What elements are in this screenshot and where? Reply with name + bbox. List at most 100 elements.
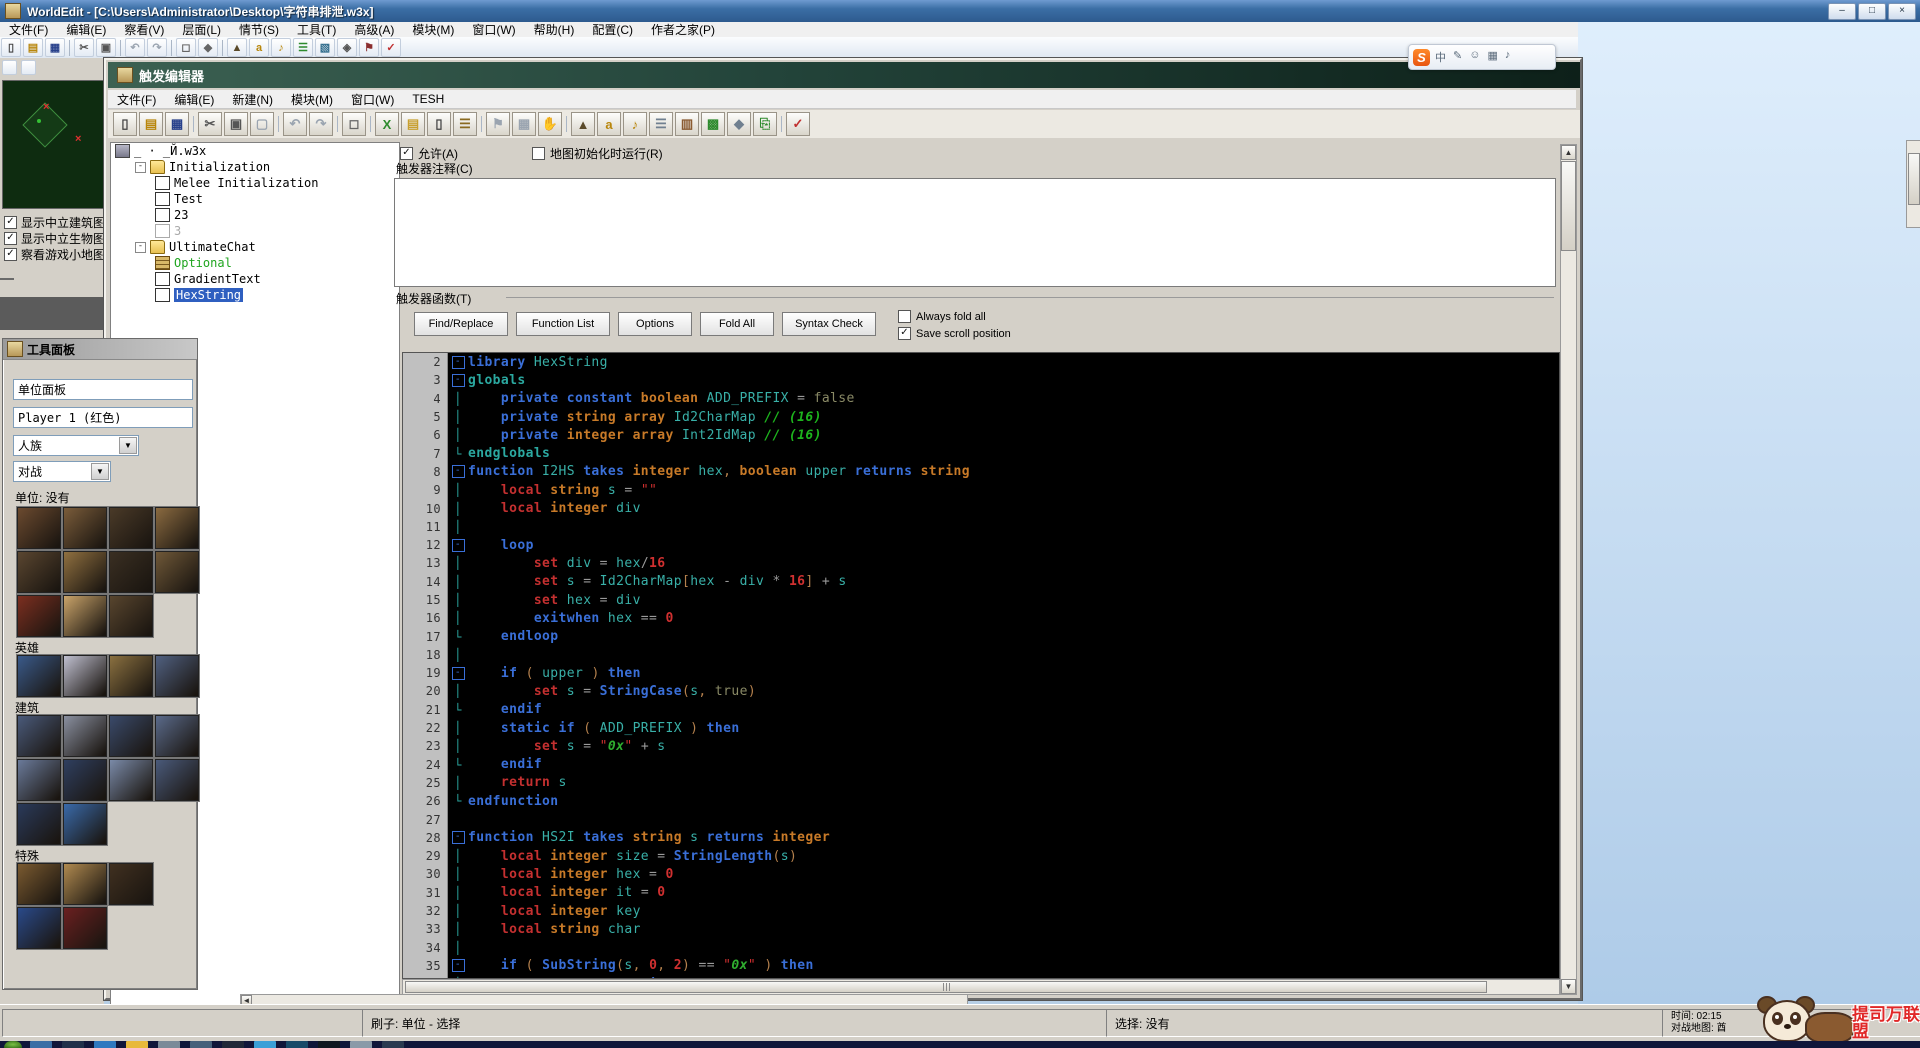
check-icon[interactable]: ✓ [381, 38, 401, 57]
sound-editor-icon[interactable]: ♪ [623, 112, 647, 136]
code-line-3[interactable]: 3-globals [403, 371, 1559, 389]
code-line-15[interactable]: 15│ set hex = div [403, 591, 1559, 609]
sogou-icon-3[interactable]: ▦ [1487, 49, 1497, 65]
undo-icon[interactable]: ↶ [283, 112, 307, 136]
trigger-menu-tesh[interactable]: TESH [403, 92, 453, 106]
code-line-25[interactable]: 25│ return s [403, 774, 1559, 792]
vscroll-up-arrow[interactable]: ▲ [1561, 145, 1576, 160]
close-button[interactable]: × [1888, 3, 1916, 20]
new-icon[interactable]: ▯ [1, 38, 21, 57]
tree-row-gradienttext[interactable]: GradientText [111, 271, 399, 287]
race-combo[interactable]: 人族 ▼ [13, 435, 139, 456]
building-icon-0-0[interactable] [17, 715, 61, 757]
taskbar-app-10[interactable] [350, 1041, 372, 1048]
taskbar[interactable] [0, 1041, 1920, 1048]
unit-icon-2-0[interactable] [17, 595, 61, 637]
code-line-4[interactable]: 4│ private constant boolean ADD_PREFIX =… [403, 390, 1559, 408]
fold-all-button[interactable]: Fold All [700, 312, 774, 336]
sogou-icon-4[interactable]: ♪ [1505, 49, 1511, 65]
code-line-23[interactable]: 23│ set s = "0x" + s [403, 737, 1559, 755]
special-icon-0-1[interactable] [63, 863, 107, 905]
vscroll-thumb[interactable] [1561, 161, 1576, 251]
race-combo-arrow-icon[interactable]: ▼ [119, 437, 137, 454]
run-on-init-row[interactable]: 地图初始化时运行(R) [532, 145, 663, 162]
main-menu-高级a[interactable]: 高级(A) [345, 21, 403, 38]
unit-icon-1-0[interactable] [17, 551, 61, 593]
redo-icon[interactable]: ↷ [309, 112, 333, 136]
building-icon-0-2[interactable] [109, 715, 153, 757]
main-menu-文件f[interactable]: 文件(F) [0, 21, 57, 38]
tree-row-ultimatechat[interactable]: -UltimateChat [111, 239, 399, 255]
code-line-2[interactable]: 2-library HexString [403, 353, 1559, 371]
fold-marker[interactable]: - [448, 957, 468, 975]
code-line-12[interactable]: 12- loop [403, 536, 1559, 554]
code-hscrollbar[interactable] [402, 979, 1560, 995]
terrain-icon[interactable]: ▲ [227, 38, 247, 57]
redo-icon[interactable]: ↷ [147, 38, 167, 57]
sogou-icon-0[interactable]: 中 [1435, 49, 1446, 65]
fold-marker[interactable]: - [448, 829, 468, 847]
mode-combo-arrow-icon[interactable]: ▼ [91, 463, 109, 480]
trigger-menu-窗口w[interactable]: 窗口(W) [342, 91, 403, 108]
function-list-button[interactable]: Function List [516, 312, 610, 336]
palette-type-combo[interactable]: 单位面板 [13, 379, 193, 400]
ai-editor-icon[interactable]: ▩ [701, 112, 725, 136]
special-icon-0-0[interactable] [17, 863, 61, 905]
code-line-10[interactable]: 10│ local integer div [403, 499, 1559, 517]
trigger-editor-titlebar[interactable]: 触发编辑器 [108, 62, 1580, 88]
tree-row-optional[interactable]: Optional [111, 255, 399, 271]
minimap[interactable]: × × [2, 80, 110, 209]
mode-combo[interactable]: 对战 ▼ [13, 461, 111, 482]
export-icon[interactable]: ⚑ [359, 38, 379, 57]
player-combo[interactable]: Player 1 (红色) [13, 407, 193, 428]
code-vscrollbar[interactable]: ▲ ▼ [1560, 144, 1577, 995]
special-icon-0-2[interactable] [109, 863, 153, 905]
sound-icon[interactable]: ♪ [271, 38, 291, 57]
unit-icon-0-2[interactable] [109, 507, 153, 549]
code-line-28[interactable]: 28-function HS2I takes string s returns … [403, 829, 1559, 847]
code-line-35[interactable]: 35- if ( SubString(s, 0, 2) == "0x" ) th… [403, 957, 1559, 975]
taskbar-app-4[interactable] [158, 1041, 180, 1048]
code-line-9[interactable]: 9│ local string s = "" [403, 481, 1559, 499]
options-button[interactable]: Options [618, 312, 692, 336]
tree-row-23[interactable]: 23 [111, 207, 399, 223]
paste-icon[interactable]: ▢ [250, 112, 274, 136]
building-icon-2-1[interactable] [63, 803, 107, 845]
sogou-logo-icon[interactable]: S [1413, 49, 1430, 66]
taskbar-app-5[interactable] [190, 1041, 212, 1048]
hero-icon-0-3[interactable] [155, 655, 199, 697]
new-category-icon[interactable]: ▤ [401, 112, 425, 136]
unit-icon-1-1[interactable] [63, 551, 107, 593]
hero-icon-0-0[interactable] [17, 655, 61, 697]
code-line-26[interactable]: 26└endfunction [403, 792, 1559, 810]
main-menu-帮助h[interactable]: 帮助(H) [525, 21, 584, 38]
code-line-17[interactable]: 17└ endloop [403, 627, 1559, 645]
main-menu-工具t[interactable]: 工具(T) [288, 21, 345, 38]
cut-icon[interactable]: ✂ [198, 112, 222, 136]
minimize-button[interactable]: – [1828, 3, 1856, 20]
unit-icon-0-1[interactable] [63, 507, 107, 549]
select-icon[interactable]: ◻ [342, 112, 366, 136]
unit-icon-0-0[interactable] [17, 507, 61, 549]
cut-icon[interactable]: ✂ [74, 38, 94, 57]
save-icon[interactable]: ▦ [45, 38, 65, 57]
code-line-34[interactable]: 34│ [403, 939, 1559, 957]
maximize-button[interactable]: □ [1858, 3, 1886, 20]
code-line-29[interactable]: 29│ local integer size = StringLength(s) [403, 847, 1559, 865]
hand-icon[interactable]: ✋ [538, 112, 562, 136]
taskbar-app-11[interactable] [382, 1041, 404, 1048]
tree-row-initialization[interactable]: -Initialization [111, 159, 399, 175]
tool-palette-titlebar[interactable]: 工具面板 [3, 339, 197, 360]
taskbar-app-8[interactable] [286, 1041, 308, 1048]
code-line-21[interactable]: 21└ endif [403, 701, 1559, 719]
code-line-13[interactable]: 13│ set div = hex/16 [403, 554, 1559, 572]
code-line-30[interactable]: 30│ local integer hex = 0 [403, 865, 1559, 883]
save-scroll-checkbox[interactable]: ✓ [898, 327, 911, 340]
save2-icon[interactable]: ▦ [512, 112, 536, 136]
main-menu-模块m[interactable]: 模块(M) [403, 21, 463, 38]
code-line-5[interactable]: 5│ private string array Id2CharMap // (1… [403, 408, 1559, 426]
building-icon-1-1[interactable] [63, 759, 107, 801]
syntax-check-button[interactable]: Syntax Check [782, 312, 876, 336]
building-icon-1-0[interactable] [17, 759, 61, 801]
new-trigger-icon[interactable]: ▯ [113, 112, 137, 136]
